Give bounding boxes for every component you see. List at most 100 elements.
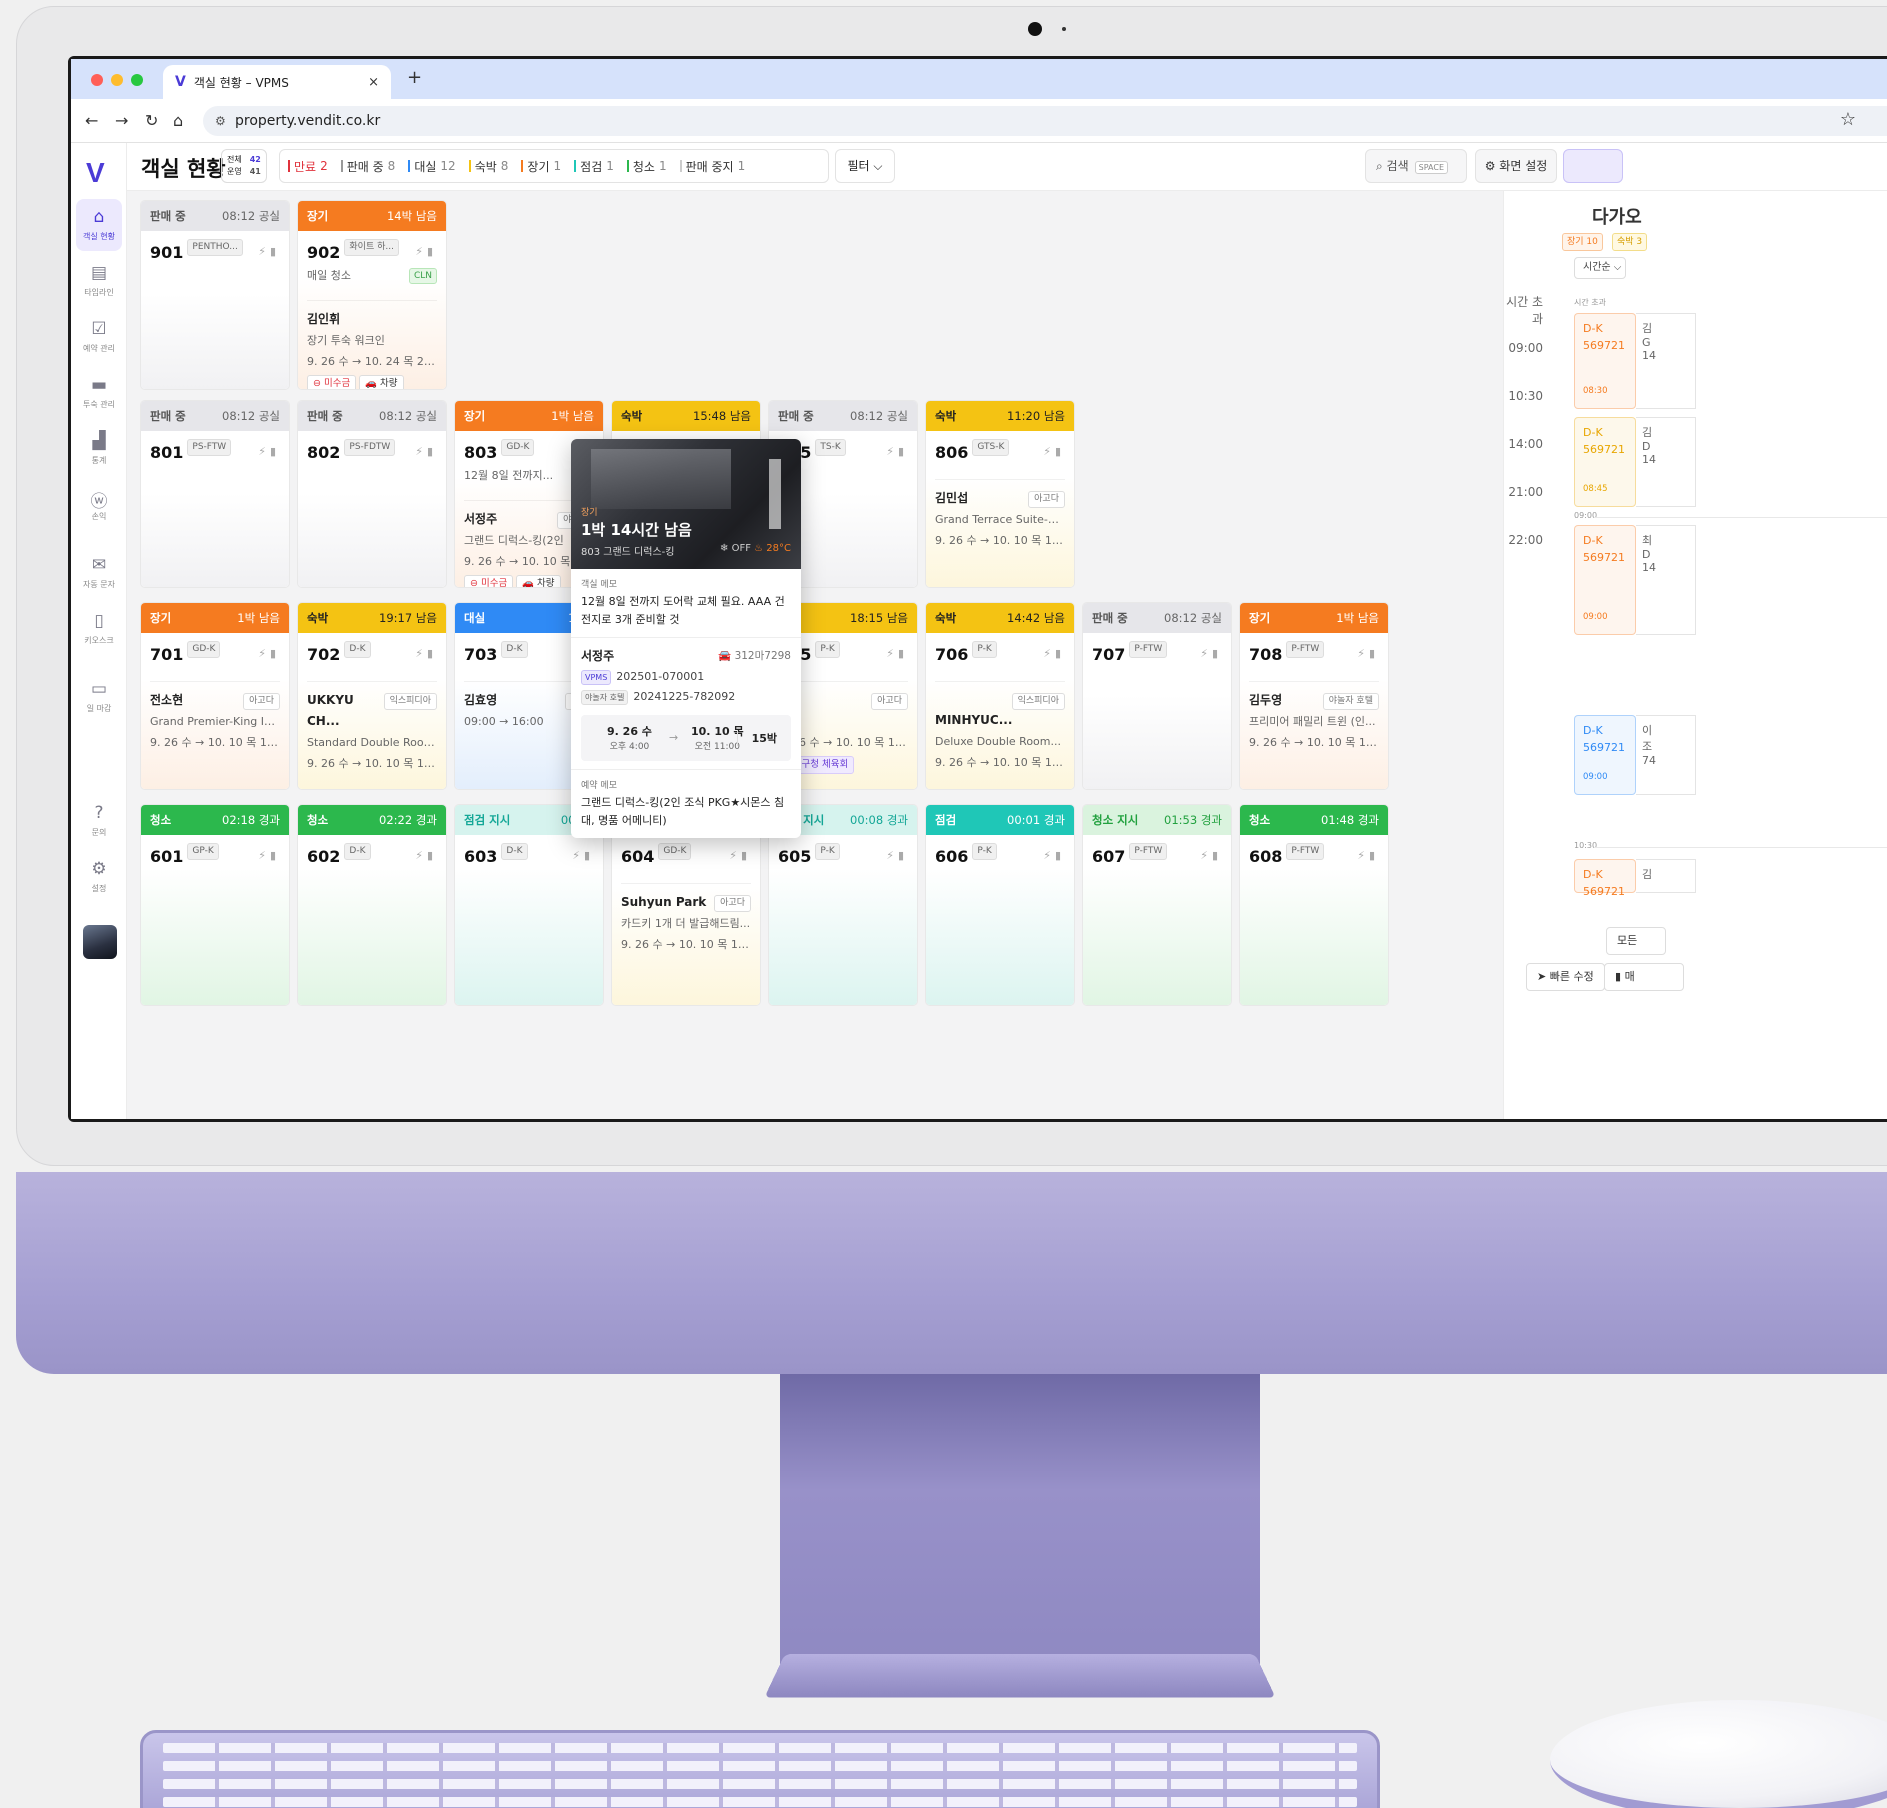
room-number: 902 [307,243,341,262]
page-title: 객실 현황 [141,157,226,181]
home-icon[interactable]: ⌂ [173,111,183,130]
room-number-row: 606 P-K ⚡▮ [935,843,1065,869]
overdue-small-label: 시간 초과 [1574,298,1606,307]
upcoming-reservation-id: 569721 [1583,885,1625,898]
room-card-901[interactable]: 판매 중 08:12 공실 901 PENTHO... ⚡▮ [141,201,289,389]
upcoming-card[interactable]: D-K 569721 08:30 [1574,313,1636,409]
status-filter-5[interactable]: 점검 1 [574,158,614,175]
checkin: 9. 26 수 오후 4:00 [607,723,652,752]
search-button[interactable]: ⌕ 검색 SPACE [1365,149,1467,183]
sidebar-item-timeline[interactable]: ▤ 타임라인 [76,255,122,307]
back-icon[interactable]: ← [85,111,98,130]
close-window-button[interactable] [91,74,103,86]
room-status-label: 청소 [307,813,329,827]
stay-chip[interactable]: 숙박 3 [1612,233,1648,251]
room-status-header: 장기 14박 남음 [298,201,446,231]
close-tab-icon[interactable]: × [368,75,379,90]
room-card-608[interactable]: 청소 01:48 경과 608 P-FTW ⚡▮ [1240,805,1388,1005]
bookmark-icon[interactable]: ☆ [1840,109,1856,130]
reservation-memo-label: 예약 메모 [581,781,617,791]
sidebar-item-stays[interactable]: ▬ 투숙 관리 [76,367,122,419]
room-number-row: 607 P-FTW ⚡▮ [1092,843,1222,869]
quick-edit-button[interactable]: ➤ 빠른 수정 [1526,963,1605,991]
room-card-802[interactable]: 판매 중 08:12 공실 802 PS-FDTW ⚡▮ [298,401,446,587]
site-info-icon[interactable]: ⚙ [215,106,226,136]
unpaid-tag: ⊖ 미수금 [307,375,357,389]
room-card-702[interactable]: 숙박 19:17 남음 702 D-K ⚡▮ 익스피디아 UKKYU CH... Standa… [298,603,446,789]
sidebar-item-room-status[interactable]: ⌂ 객실 현황 [76,199,122,251]
forward-icon[interactable]: → [115,111,128,130]
room-type-badge: PS-FDTW [344,439,396,456]
room-body: 702 D-K ⚡▮ 익스피디아 UKKYU CH... Standard Double … [298,633,446,789]
status-filter-7[interactable]: 판매 중지 1 [679,158,745,175]
status-count: 1 [553,159,562,173]
extra-button[interactable] [1563,149,1623,183]
status-filter-6[interactable]: 청소 1 [626,158,667,175]
room-type-badge: PS-FTW [187,439,232,456]
upcoming-card[interactable]: D-K 569721 09:00 [1574,525,1636,635]
room-card-706[interactable]: 숙박 14:42 남음 706 P-K ⚡▮ 익스피디아 MINHYUC... Deluxe … [926,603,1074,789]
all-button[interactable]: 모든 [1606,927,1666,955]
room-card-801[interactable]: 판매 중 08:12 공실 801 PS-FTW ⚡▮ [141,401,289,587]
minimize-window-button[interactable] [111,74,123,86]
sidebar-item-auto-sms[interactable]: ✉ 자동 문자 [76,547,122,599]
status-color-bar [574,160,577,172]
status-count: 12 [440,159,456,173]
sidebar-item-profit[interactable]: ⓦ 손익 [76,479,122,531]
room-status-time: 01:53 경과 [1164,813,1222,827]
sales-button[interactable]: ▮ 매 [1604,963,1684,991]
url-field[interactable]: ⚙ property.vendit.co.kr [203,106,1887,136]
sidebar-item-label: 타임라인 [84,288,114,297]
long-stay-chip[interactable]: 장기 10 [1562,233,1603,251]
room-card-602[interactable]: 청소 02:22 경과 602 D-K ⚡▮ [298,805,446,1005]
browser-tab[interactable]: V 객실 현황 – VPMS × [163,65,391,99]
status-filter-3[interactable]: 숙박 8 [468,158,508,175]
status-filter-2[interactable]: 대실 12 [408,158,456,175]
room-status-label: 점검 지시 [464,813,511,827]
time-slot: 14:00 [1508,437,1543,451]
new-tab-button[interactable]: + [407,67,422,88]
upcoming-card[interactable]: D-K 569721 08:45 [1574,417,1636,507]
room-number: 802 [307,443,341,462]
checkin-date: 9. 26 수 [607,725,652,738]
upcoming-card[interactable]: D-K 569721 [1574,859,1636,898]
room-status-header: 청소 02:22 경과 [298,805,446,835]
room-card-607[interactable]: 청소 지시 01:53 경과 607 P-FTW ⚡▮ [1083,805,1231,1005]
guest-room-type: 카드키 1개 더 발급해드림... [621,917,751,930]
maximize-window-button[interactable] [131,74,143,86]
sidebar-item-stats[interactable]: ▟ 통계 [76,423,122,475]
avatar[interactable] [83,925,117,959]
upcoming-guest: 최 D 14 [1636,525,1696,635]
sort-select[interactable]: 시간순 ⌵ [1574,257,1626,279]
room-card-601[interactable]: 청소 02:18 경과 601 GP-K ⚡▮ [141,805,289,1005]
room-status-header: 판매 중 08:12 공실 [1083,603,1231,633]
sidebar-item-label: 투숙 관리 [83,400,115,409]
sidebar-item-reservations[interactable]: ☑ 예약 관리 [76,311,122,363]
reload-icon[interactable]: ↻ [145,111,158,130]
screen-settings-button[interactable]: ⚙ 화면 설정 [1475,149,1557,183]
room-card-708[interactable]: 장기 1박 남음 708 P-FTW ⚡▮ 야놀자 호텔 김두영 프리미어 패밀리 트윈 (인… [1240,603,1388,789]
room-card-701[interactable]: 장기 1박 남음 701 GD-K ⚡▮ 아고다 전소현 Grand Premier-King… [141,603,289,789]
status-count: 1 [606,159,614,173]
room-card-707[interactable]: 판매 중 08:12 공실 707 P-FTW ⚡▮ [1083,603,1231,789]
status-filter-4[interactable]: 장기 1 [521,158,561,175]
status-filter-1[interactable]: 판매 중8 [340,158,395,175]
status-filter-0[interactable]: 만료 2 [288,158,328,175]
sidebar-item-kiosk[interactable]: ▯ 키오스크 [76,603,122,655]
room-device-icons: ⚡▮ [258,245,280,258]
room-body: 601 GP-K ⚡▮ [141,835,289,1005]
room-status-header: 장기 1박 남음 [1240,603,1388,633]
room-detail-popup[interactable]: 장기 1박 14시간 남음 803 그랜드 디럭스-킹 ❄ OFF ♨ 28°C… [571,439,801,838]
guest-info: 아고다 김민섭 Grand Terrace Suite-Ki... 9. 26 수 →… [935,479,1065,551]
upcoming-card[interactable]: D-K 569721 09:00 [1574,715,1636,795]
vendit-logo[interactable]: V [86,157,105,189]
search-icon: ⌕ [1376,159,1387,173]
camera-icon [1028,22,1042,36]
sidebar-item-help[interactable]: ? 문의 [76,795,122,847]
sidebar-item-settings[interactable]: ⚙ 설정 [76,851,122,903]
room-card-806[interactable]: 숙박 11:20 남음 806 GTS-K ⚡▮ 아고다 김민섭 Grand Terrace … [926,401,1074,587]
room-card-606[interactable]: 점검 00:01 경과 606 P-K ⚡▮ [926,805,1074,1005]
room-card-902[interactable]: 장기 14박 남음 902 화이트 하... ⚡▮ CLN 매일 청소 김인휘 장기 투숙 워크… [298,201,446,389]
sidebar-item-day-close[interactable]: ▭ 일 마감 [76,671,122,723]
filter-button[interactable]: 필터 ⌵ [835,149,895,183]
